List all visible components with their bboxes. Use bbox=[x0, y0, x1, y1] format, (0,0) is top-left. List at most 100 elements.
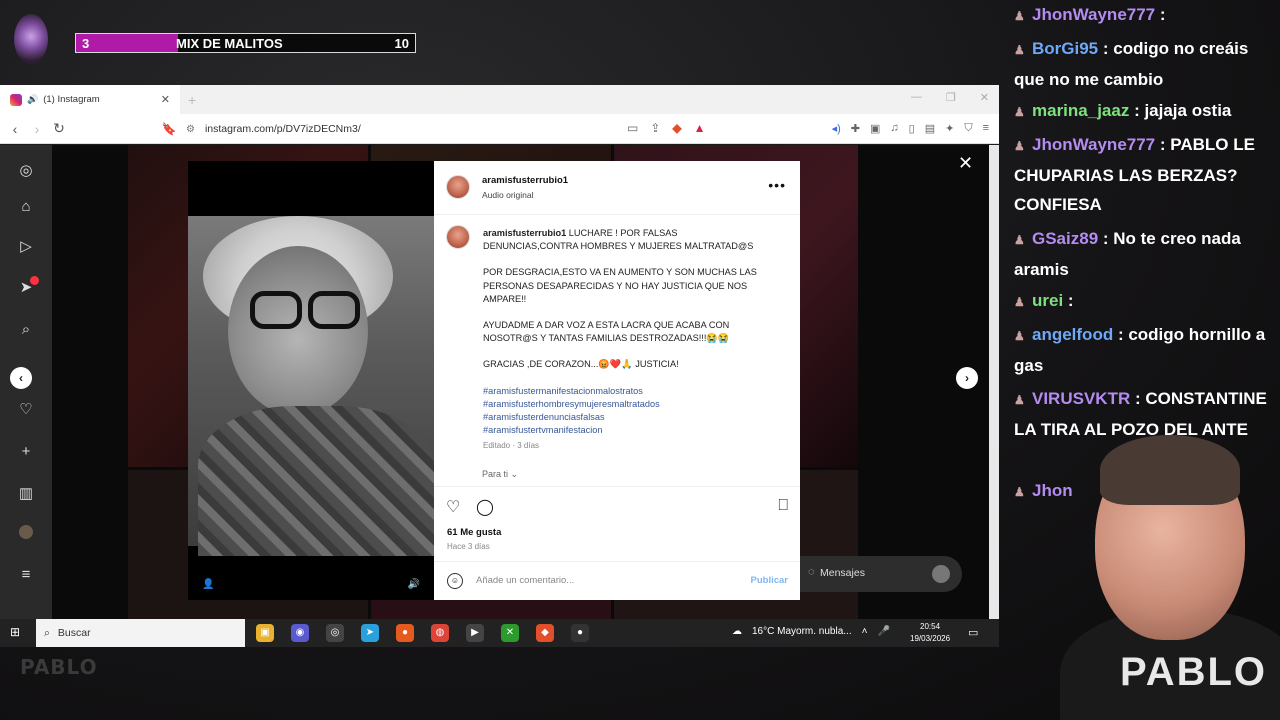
hashtag-link[interactable]: #aramisfustermanifestacionmalostratos bbox=[483, 385, 773, 398]
previous-post-button[interactable]: ‹ bbox=[10, 367, 32, 389]
profile-avatar[interactable] bbox=[19, 525, 33, 539]
chat-badge-icon: ♟ bbox=[1014, 295, 1025, 309]
weather-text[interactable]: 16°C Mayorm. nubla... bbox=[752, 626, 852, 637]
leo-icon[interactable]: ✦ bbox=[945, 122, 954, 135]
windows-start-icon[interactable]: ⊞ bbox=[10, 625, 24, 639]
brave-icon[interactable]: ◆ bbox=[536, 624, 554, 642]
post-details-panel: aramisfusterrubio1 Audio original ••• ar… bbox=[434, 161, 800, 600]
instagram-logo-icon[interactable]: ◎ bbox=[17, 162, 35, 180]
para-ti-dropdown[interactable]: Para ti ⌄ bbox=[482, 469, 518, 480]
hashtag-link[interactable]: #aramisfusterdenunciasfalsas bbox=[483, 411, 773, 424]
music-icon[interactable]: ♫ bbox=[890, 122, 898, 135]
system-clock[interactable]: 20:54 19/03/2026 bbox=[910, 621, 950, 645]
translate-icon[interactable]: ◂) bbox=[832, 122, 841, 135]
tab-title: (1) Instagram bbox=[43, 94, 100, 105]
home-icon[interactable]: ⌂ bbox=[17, 198, 35, 216]
post-header: aramisfusterrubio1 Audio original ••• bbox=[434, 161, 800, 215]
chat-username[interactable]: VIRUSVKTR bbox=[1032, 389, 1130, 408]
author-username[interactable]: aramisfusterrubio1 bbox=[482, 175, 568, 186]
microphone-icon[interactable]: 🎤 bbox=[877, 626, 889, 637]
publish-button[interactable]: Publicar bbox=[751, 575, 789, 586]
site-settings-icon[interactable]: ⚙ bbox=[186, 124, 195, 135]
chat-username[interactable]: urei bbox=[1032, 291, 1063, 310]
chat-username[interactable]: GSaiz89 bbox=[1032, 229, 1098, 248]
brave-shield-icon[interactable]: ◆ bbox=[672, 121, 681, 135]
media-player-icon[interactable]: ▶ bbox=[466, 624, 484, 642]
maximize-button[interactable]: ❐ bbox=[946, 91, 956, 104]
search-icon: ⌕ bbox=[44, 626, 50, 639]
chat-username[interactable]: JhonWayne777 bbox=[1032, 5, 1155, 24]
tagged-user-icon[interactable]: 👤 bbox=[202, 579, 214, 590]
share-icon[interactable]: ⇪ bbox=[650, 121, 660, 135]
chat-username[interactable]: Jhon bbox=[1032, 481, 1073, 500]
brave-rewards-icon[interactable]: ▲ bbox=[694, 121, 706, 135]
hashtag-link[interactable]: #aramisfusterhombresymujeresmaltratados bbox=[483, 398, 773, 411]
save-icon[interactable]: ⎕ bbox=[778, 497, 788, 515]
search-icon[interactable]: ⌕ bbox=[17, 321, 35, 339]
tray-chevron-icon[interactable]: ˄ bbox=[862, 626, 868, 637]
create-icon[interactable]: + bbox=[17, 443, 35, 461]
new-tab-button[interactable]: + bbox=[188, 92, 196, 108]
wallet-icon[interactable]: ▤ bbox=[925, 122, 935, 135]
like-icon[interactable]: ♡ bbox=[446, 497, 460, 517]
page-scrollbar[interactable] bbox=[989, 145, 999, 619]
reload-icon[interactable]: ↻ bbox=[48, 120, 70, 137]
hashtag-link[interactable]: #aramisfustertvmanifestacion bbox=[483, 424, 773, 437]
comment-icon[interactable]: ◯ bbox=[476, 497, 494, 517]
likes-count[interactable]: 61 Me gusta bbox=[447, 527, 501, 538]
reel-video[interactable]: 👤 🔊 bbox=[188, 161, 434, 600]
firefox-icon[interactable]: ● bbox=[396, 624, 414, 642]
recording-app-icon[interactable]: ● bbox=[571, 624, 589, 642]
author-avatar[interactable] bbox=[446, 175, 470, 199]
forward-icon[interactable]: › bbox=[26, 121, 48, 137]
heart-icon[interactable]: ♡ bbox=[17, 401, 35, 419]
chat-badge-icon: ♟ bbox=[1014, 105, 1025, 119]
volume-icon[interactable]: 🔊 bbox=[408, 579, 420, 590]
cast-icon[interactable]: ▭ bbox=[627, 121, 638, 135]
speaker-icon: 🔊 bbox=[27, 94, 39, 104]
dashboard-icon[interactable]: ▥ bbox=[17, 485, 35, 503]
weather-icon[interactable]: ☁ bbox=[732, 626, 742, 637]
messages-button[interactable]: ◌ Mensajes bbox=[800, 556, 962, 592]
next-post-button[interactable]: › bbox=[956, 367, 978, 389]
obs-icon[interactable]: ◎ bbox=[326, 624, 344, 642]
page-viewport: ◎ ⌂ ▷ ➤ ⌕ ♡ + ▥ ≡ ‹ › ✕ 👤 🔊 aramisfuster… bbox=[0, 145, 999, 619]
close-tab-icon[interactable]: ✕ bbox=[161, 93, 170, 106]
emoji-icon[interactable]: ☺ bbox=[447, 573, 463, 589]
tab-instagram[interactable]: 🔊 (1) Instagram ✕ bbox=[0, 85, 180, 114]
caption-avatar[interactable] bbox=[446, 225, 470, 249]
close-modal-icon[interactable]: ✕ bbox=[958, 153, 973, 174]
bookmark-icon[interactable]: 🔖 bbox=[158, 122, 180, 136]
close-window-button[interactable]: ✕ bbox=[980, 91, 989, 104]
extensions-icon[interactable]: ✚ bbox=[851, 122, 860, 135]
stream-scene: 3 MIX DE MALITOS 10 🔊 (1) Instagram ✕ + … bbox=[0, 0, 1280, 720]
xbox-icon[interactable]: ✕ bbox=[501, 624, 519, 642]
chat-username[interactable]: marina_jaaz bbox=[1032, 101, 1129, 120]
chat-message: ♟ urei : bbox=[1014, 286, 1280, 317]
search-placeholder: Buscar bbox=[57, 627, 91, 639]
caption-username[interactable]: aramisfusterrubio1 bbox=[483, 228, 566, 238]
minimize-button[interactable]: — bbox=[911, 91, 922, 104]
file-explorer-icon[interactable]: ▣ bbox=[256, 624, 274, 642]
screenshot-icon[interactable]: ▣ bbox=[870, 122, 880, 135]
telegram-icon[interactable]: ➤ bbox=[361, 624, 379, 642]
post-caption: aramisfusterrubio1 LUCHARE ! POR FALSAS … bbox=[483, 227, 773, 437]
vpn-icon[interactable]: ⛉ bbox=[964, 122, 972, 135]
chat-username[interactable]: BorGi95 bbox=[1032, 39, 1098, 58]
sidebar-icon[interactable]: ▯ bbox=[909, 122, 915, 135]
more-menu-icon[interactable]: ≡ bbox=[17, 566, 35, 584]
notifications-icon[interactable]: ▭ bbox=[968, 626, 978, 639]
taskbar-search[interactable]: ⌕ Buscar bbox=[36, 619, 245, 647]
back-icon[interactable]: ‹ bbox=[4, 121, 26, 137]
chat-message: ♟ Jhon bbox=[1014, 476, 1280, 507]
hashtag-list: #aramisfustermanifestacionmalostratos #a… bbox=[483, 385, 773, 438]
discord-icon[interactable]: ◉ bbox=[291, 624, 309, 642]
comment-input[interactable]: Añade un comentario... bbox=[476, 575, 574, 586]
menu-icon[interactable]: ≡ bbox=[983, 122, 989, 135]
audio-label[interactable]: Audio original bbox=[482, 190, 534, 200]
chat-username[interactable]: JhonWayne777 bbox=[1032, 135, 1155, 154]
reels-icon[interactable]: ▷ bbox=[17, 238, 35, 256]
chat-username[interactable]: angelfood bbox=[1032, 325, 1113, 344]
chrome-icon[interactable]: ◍ bbox=[431, 624, 449, 642]
more-options-icon[interactable]: ••• bbox=[768, 177, 786, 193]
